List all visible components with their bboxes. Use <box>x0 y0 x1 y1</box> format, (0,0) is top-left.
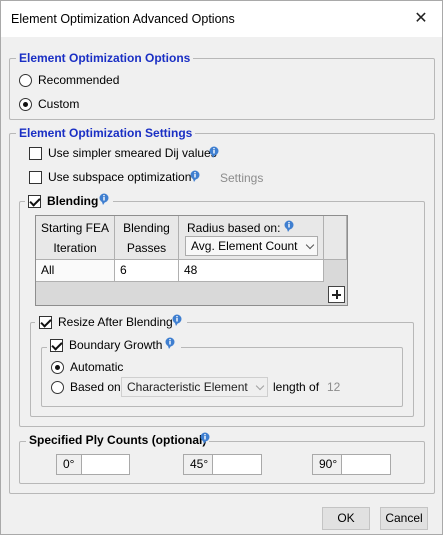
blending-info-icon[interactable] <box>98 193 110 205</box>
header-starting-fea-line2: Iteration <box>53 241 97 255</box>
ply-angle-90-label: 90° <box>312 454 342 475</box>
ply-counts-title: Specified Ply Counts (optional) <box>26 433 210 447</box>
ply-angle-0-label: 0° <box>56 454 82 475</box>
ply-angle-45-label: 45° <box>183 454 213 475</box>
subspace-info-icon[interactable] <box>189 170 201 182</box>
optimization-settings-title: Element Optimization Settings <box>16 126 196 140</box>
automatic-radio[interactable] <box>51 361 64 374</box>
cell-iteration[interactable]: All <box>36 260 115 282</box>
resize-info-icon[interactable] <box>171 314 183 326</box>
cell-radius[interactable]: 48 <box>179 260 324 282</box>
dialog-title: Element Optimization Advanced Options <box>11 12 235 26</box>
subspace-checkbox[interactable] <box>29 171 42 184</box>
cancel-button[interactable]: Cancel <box>380 507 428 530</box>
blending-checkbox[interactable] <box>28 195 41 208</box>
title-bar: Element Optimization Advanced Options ✕ <box>1 1 442 37</box>
chevron-down-icon <box>305 240 315 250</box>
header-blending-passes: Blending Passes <box>115 216 179 260</box>
recommended-radio[interactable] <box>19 74 32 87</box>
add-row-button[interactable] <box>328 286 345 303</box>
custom-radio[interactable] <box>19 98 32 111</box>
boundary-info-icon[interactable] <box>164 337 176 349</box>
smeared-dij-checkbox[interactable] <box>29 147 42 160</box>
smeared-dij-label[interactable]: Use simpler smeared Dij values <box>48 146 217 160</box>
boundary-growth-label[interactable]: Boundary Growth <box>69 338 162 352</box>
resize-checkbox[interactable] <box>39 316 52 329</box>
radius-header-label: Radius based on: <box>187 221 281 235</box>
characteristic-element-dropdown[interactable]: Characteristic Element <box>121 377 268 397</box>
subspace-label[interactable]: Use subspace optimization <box>48 170 191 184</box>
radius-basis-value: Avg. Element Count <box>191 239 298 253</box>
based-on-label[interactable]: Based on <box>70 380 121 394</box>
optimization-options-title: Element Optimization Options <box>16 51 194 65</box>
ok-button[interactable]: OK <box>322 507 370 530</box>
ply-counts-info-icon[interactable] <box>199 432 211 444</box>
ply-count-0-input[interactable] <box>81 454 130 475</box>
radius-info-icon[interactable] <box>283 220 295 232</box>
advanced-options-dialog: Element Optimization Advanced Options ✕ … <box>0 0 443 535</box>
custom-label[interactable]: Custom <box>38 97 79 111</box>
radius-basis-dropdown[interactable]: Avg. Element Count <box>185 236 318 256</box>
header-starting-fea-line1: Starting FEA <box>40 221 110 235</box>
based-on-radio[interactable] <box>51 381 64 394</box>
blending-label[interactable]: Blending <box>47 194 98 208</box>
smeared-info-icon[interactable] <box>208 146 220 158</box>
automatic-label[interactable]: Automatic <box>70 360 123 374</box>
settings-button[interactable]: Settings <box>220 171 263 185</box>
chevron-down-icon <box>255 381 265 391</box>
header-starting-fea: Starting FEA Iteration <box>36 216 115 260</box>
recommended-label[interactable]: Recommended <box>38 73 119 87</box>
characteristic-element-value: Characteristic Element <box>127 380 248 394</box>
length-value[interactable]: 12 <box>327 380 340 394</box>
close-icon[interactable]: ✕ <box>408 7 434 31</box>
resize-label[interactable]: Resize After Blending <box>58 315 173 329</box>
ply-count-90-input[interactable] <box>341 454 391 475</box>
ply-count-45-input[interactable] <box>212 454 262 475</box>
cell-passes[interactable]: 6 <box>115 260 179 282</box>
boundary-growth-checkbox[interactable] <box>50 339 63 352</box>
header-extra <box>324 216 347 260</box>
blending-table: Starting FEA Iteration Blending Passes R… <box>35 215 348 306</box>
header-passes-line2: Passes <box>126 241 167 255</box>
header-radius: Radius based on: Avg. Element Count <box>179 216 324 260</box>
length-of-label: length of <box>273 380 320 394</box>
header-passes-line1: Blending <box>123 221 170 235</box>
